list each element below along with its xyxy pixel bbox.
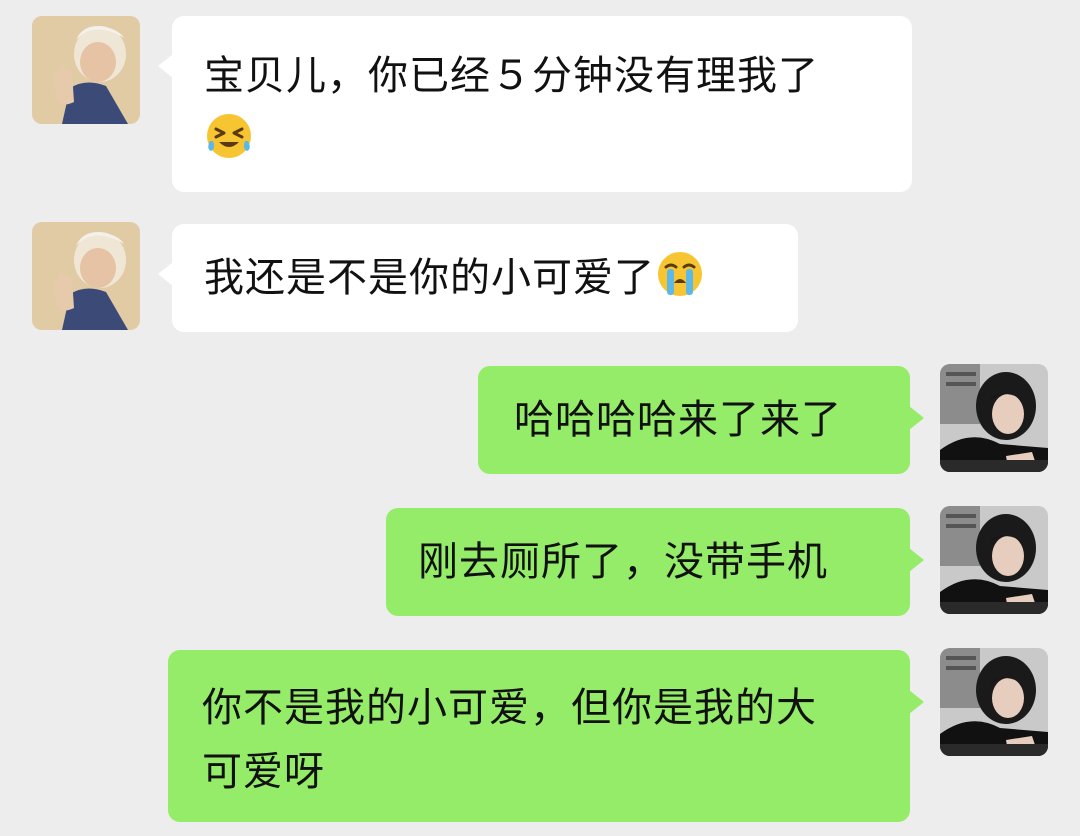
message-text-line: 你不是我的小可爱，但你是我的大 — [202, 685, 817, 731]
message-text-line: 可爱呀 — [202, 749, 325, 795]
message-row-outgoing: 你不是我的小可爱，但你是我的大 可爱呀 — [0, 0, 1080, 836]
message-bubble[interactable]: 你不是我的小可爱，但你是我的大 可爱呀 — [168, 650, 924, 822]
chat-conversation: 宝贝儿，你已经５分钟没有理我了 我还是不是你的小可爱了 哈哈哈哈来了来了 刚去厕… — [0, 0, 1080, 836]
user-avatar[interactable] — [940, 648, 1048, 756]
user-avatar-image — [940, 648, 1048, 756]
